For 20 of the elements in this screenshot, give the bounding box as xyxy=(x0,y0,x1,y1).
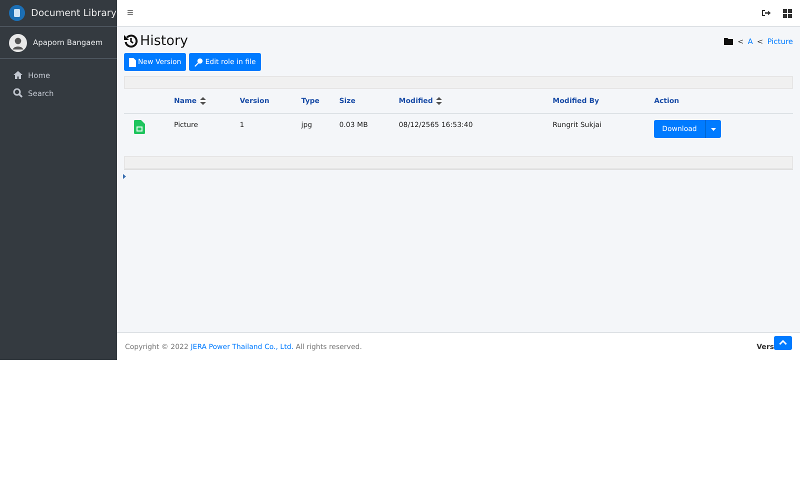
history-icon xyxy=(124,34,138,48)
folder-icon xyxy=(724,38,734,44)
sort-icon[interactable] xyxy=(436,97,442,106)
logo-icon xyxy=(9,5,25,21)
logout-icon[interactable] xyxy=(762,9,771,17)
dropdown-toggle[interactable] xyxy=(704,120,721,138)
app-title: Document Library xyxy=(31,8,116,18)
file-icon xyxy=(129,58,136,66)
menu-button[interactable]: ≡ xyxy=(125,7,136,19)
expand-arrow-icon[interactable] xyxy=(123,174,126,179)
chevron-up-icon xyxy=(779,340,787,345)
avatar-icon xyxy=(9,34,27,52)
grid-icon[interactable] xyxy=(783,8,792,18)
page-title: History xyxy=(140,33,188,49)
home-icon xyxy=(13,70,23,80)
image-file-icon xyxy=(134,120,145,134)
scroll-top-button[interactable] xyxy=(774,336,792,350)
sort-icon[interactable] xyxy=(200,97,206,106)
search-icon xyxy=(13,88,23,98)
caret-icon xyxy=(710,128,716,130)
